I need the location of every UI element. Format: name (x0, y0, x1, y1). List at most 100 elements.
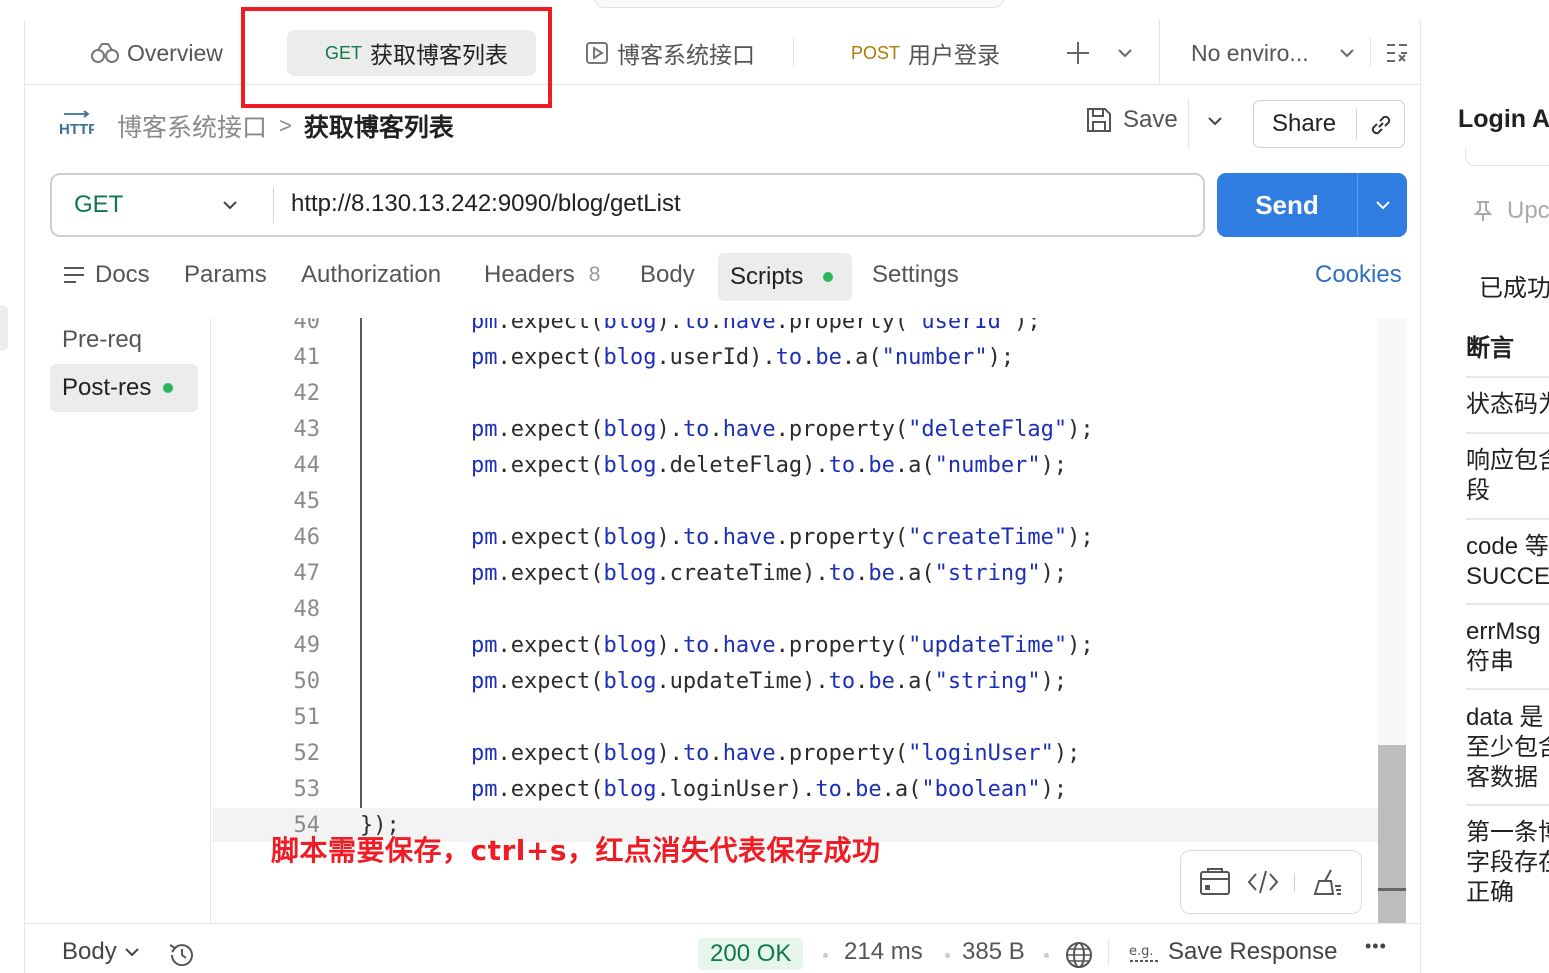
save-divider (1188, 98, 1189, 148)
pre-request-item[interactable]: Pre-req (62, 326, 142, 354)
code-line[interactable]: 52 pm.expect(blog).to.have.property("log… (212, 736, 1378, 772)
assertion-item: data 是 至少包含 客数据 (1466, 704, 1549, 791)
tab-body[interactable]: Body (640, 250, 695, 300)
line-code: pm.expect(blog).to.have.property("loginU… (470, 741, 1081, 766)
tab-collection[interactable]: 博客系统接口 (585, 30, 755, 76)
page-title[interactable]: 获取博客列表 (304, 108, 454, 144)
tab-docs-label: Docs (95, 261, 150, 288)
breadcrumb: 博客系统接口 > 获取博客列表 (117, 108, 454, 144)
tab-overview[interactable]: Overview (91, 30, 223, 76)
right-panel-input[interactable] (1465, 148, 1549, 166)
code-line[interactable]: 49 pm.expect(blog).to.have.property("upd… (212, 628, 1378, 664)
tab-params[interactable]: Params (184, 250, 267, 300)
send-button[interactable]: Send (1217, 173, 1357, 237)
code-line[interactable]: 45 (212, 484, 1378, 520)
line-number: 46 (293, 525, 321, 550)
line-number: 42 (293, 381, 321, 406)
editor-scrollbar[interactable] (1378, 745, 1406, 923)
history-icon[interactable] (167, 940, 197, 970)
assertion-item: 状态码为 (1466, 391, 1549, 418)
code-line[interactable]: 41 pm.expect(blog.userId).to.be.a("numbe… (212, 340, 1378, 376)
tab-docs[interactable]: Docs (63, 250, 150, 300)
environment-quick-look-button[interactable] (1385, 30, 1409, 76)
method-select[interactable]: GET (52, 175, 274, 235)
post-response-label: Post-res (62, 374, 152, 401)
post-response-item[interactable]: Post-res (50, 364, 198, 412)
code-line[interactable]: 42 (212, 376, 1378, 412)
update-button[interactable]: Upc (1473, 196, 1549, 226)
code-icon[interactable] (1247, 868, 1279, 896)
success-text: 已成功 (1479, 275, 1549, 302)
save-label: Save (1123, 106, 1178, 133)
share-button[interactable]: Share (1253, 100, 1405, 148)
assertion-item: 第一条博 字段存在 正确 (1466, 819, 1549, 906)
line-code: pm.expect(blog).to.have.property("update… (470, 633, 1094, 658)
play-icon (585, 41, 609, 65)
code-line[interactable]: 48 (212, 592, 1378, 628)
assertion-divider (1466, 376, 1549, 378)
status-badge[interactable]: 200 OK (698, 938, 804, 970)
separator-dot (945, 953, 950, 958)
line-number: 41 (293, 345, 321, 370)
binoculars-icon (91, 42, 119, 64)
tab-authorization-label: Authorization (301, 261, 442, 288)
code-line[interactable]: 43 pm.expect(blog).to.have.property("del… (212, 412, 1378, 448)
scripts-active-dot-icon (823, 272, 834, 282)
plus-icon (1065, 40, 1091, 66)
tab-settings[interactable]: Settings (872, 250, 959, 300)
tab-collection-label: 博客系统接口 (617, 42, 755, 68)
code-line[interactable]: 47 pm.expect(blog.createTime).to.be.a("s… (212, 556, 1378, 592)
search-bar[interactable] (594, 0, 1004, 8)
example-icon: e.g. (1128, 939, 1160, 965)
right-context-panel: Login A Upc 已成功 断言 状态码为 响应包含 段 code 等 SU… (1420, 20, 1549, 973)
top-strip (0, 0, 1549, 20)
line-number: 43 (293, 417, 321, 442)
code-line[interactable]: 51 (212, 700, 1378, 736)
code-line[interactable]: 50 pm.expect(blog.updateTime).to.be.a("s… (212, 664, 1378, 700)
save-button[interactable]: Save (1085, 106, 1178, 134)
link-icon[interactable] (1368, 112, 1394, 138)
tab-scripts[interactable]: Scripts (718, 253, 852, 301)
response-time[interactable]: 214 ms (844, 938, 923, 966)
response-size[interactable]: 385 B (962, 938, 1025, 966)
tab-post-login[interactable]: POST 用户登录 (851, 30, 1000, 76)
environment-selector[interactable]: No enviro... (1191, 30, 1355, 76)
code-line[interactable]: 40 pm.expect(blog).to.have.property("use… (212, 318, 1378, 340)
clean-broom-icon[interactable] (1311, 868, 1343, 896)
new-tab-button[interactable] (1065, 30, 1091, 76)
request-header: HTTP 博客系统接口 > 获取博客列表 Save Share (25, 86, 1420, 160)
save-options-dropdown[interactable] (1207, 116, 1223, 126)
chevron-down-icon (222, 200, 238, 210)
save-icon (1085, 106, 1113, 134)
url-bar: GET http://8.130.13.242:9090/blog/getLis… (50, 173, 1205, 237)
send-options-dropdown[interactable] (1375, 200, 1391, 210)
cookies-link[interactable]: Cookies (1315, 250, 1402, 300)
code-line[interactable]: 44 pm.expect(blog.deleteFlag).to.be.a("n… (212, 448, 1378, 484)
snippets-icon[interactable] (1199, 868, 1231, 896)
tab-overview-label: Overview (127, 39, 223, 66)
assertion-divider (1466, 432, 1549, 434)
line-code: pm.expect(blog.updateTime).to.be.a("stri… (470, 669, 1068, 694)
globe-icon[interactable] (1065, 941, 1093, 969)
chevron-down-icon (124, 947, 139, 957)
pin-icon (1473, 200, 1493, 222)
method-label: GET (74, 191, 124, 218)
tab-list-dropdown[interactable] (1117, 30, 1133, 76)
save-response-button[interactable]: e.g. Save Response (1128, 938, 1337, 966)
env-divider (1159, 20, 1160, 85)
cookies-label: Cookies (1315, 261, 1402, 288)
sidebar-collapse-handle[interactable] (0, 305, 8, 351)
send-button-group: Send (1217, 173, 1407, 237)
tab-headers[interactable]: Headers 8 (484, 250, 600, 300)
breadcrumb-collection[interactable]: 博客系统接口 (117, 108, 267, 144)
share-divider (1356, 109, 1357, 139)
more-options-icon[interactable]: ••• (1365, 936, 1387, 957)
url-input[interactable]: http://8.130.13.242:9090/blog/getList (291, 190, 681, 218)
response-body-select[interactable]: Body (62, 938, 139, 966)
code-line[interactable]: 53 pm.expect(blog.loginUser).to.be.a("bo… (212, 772, 1378, 808)
tab-headers-label: Headers (484, 261, 575, 288)
tab-authorization[interactable]: Authorization (301, 250, 441, 300)
tab-title: 用户登录 (908, 42, 1001, 68)
code-line[interactable]: 46 pm.expect(blog).to.have.property("cre… (212, 520, 1378, 556)
tab-scripts-label: Scripts (730, 263, 804, 290)
